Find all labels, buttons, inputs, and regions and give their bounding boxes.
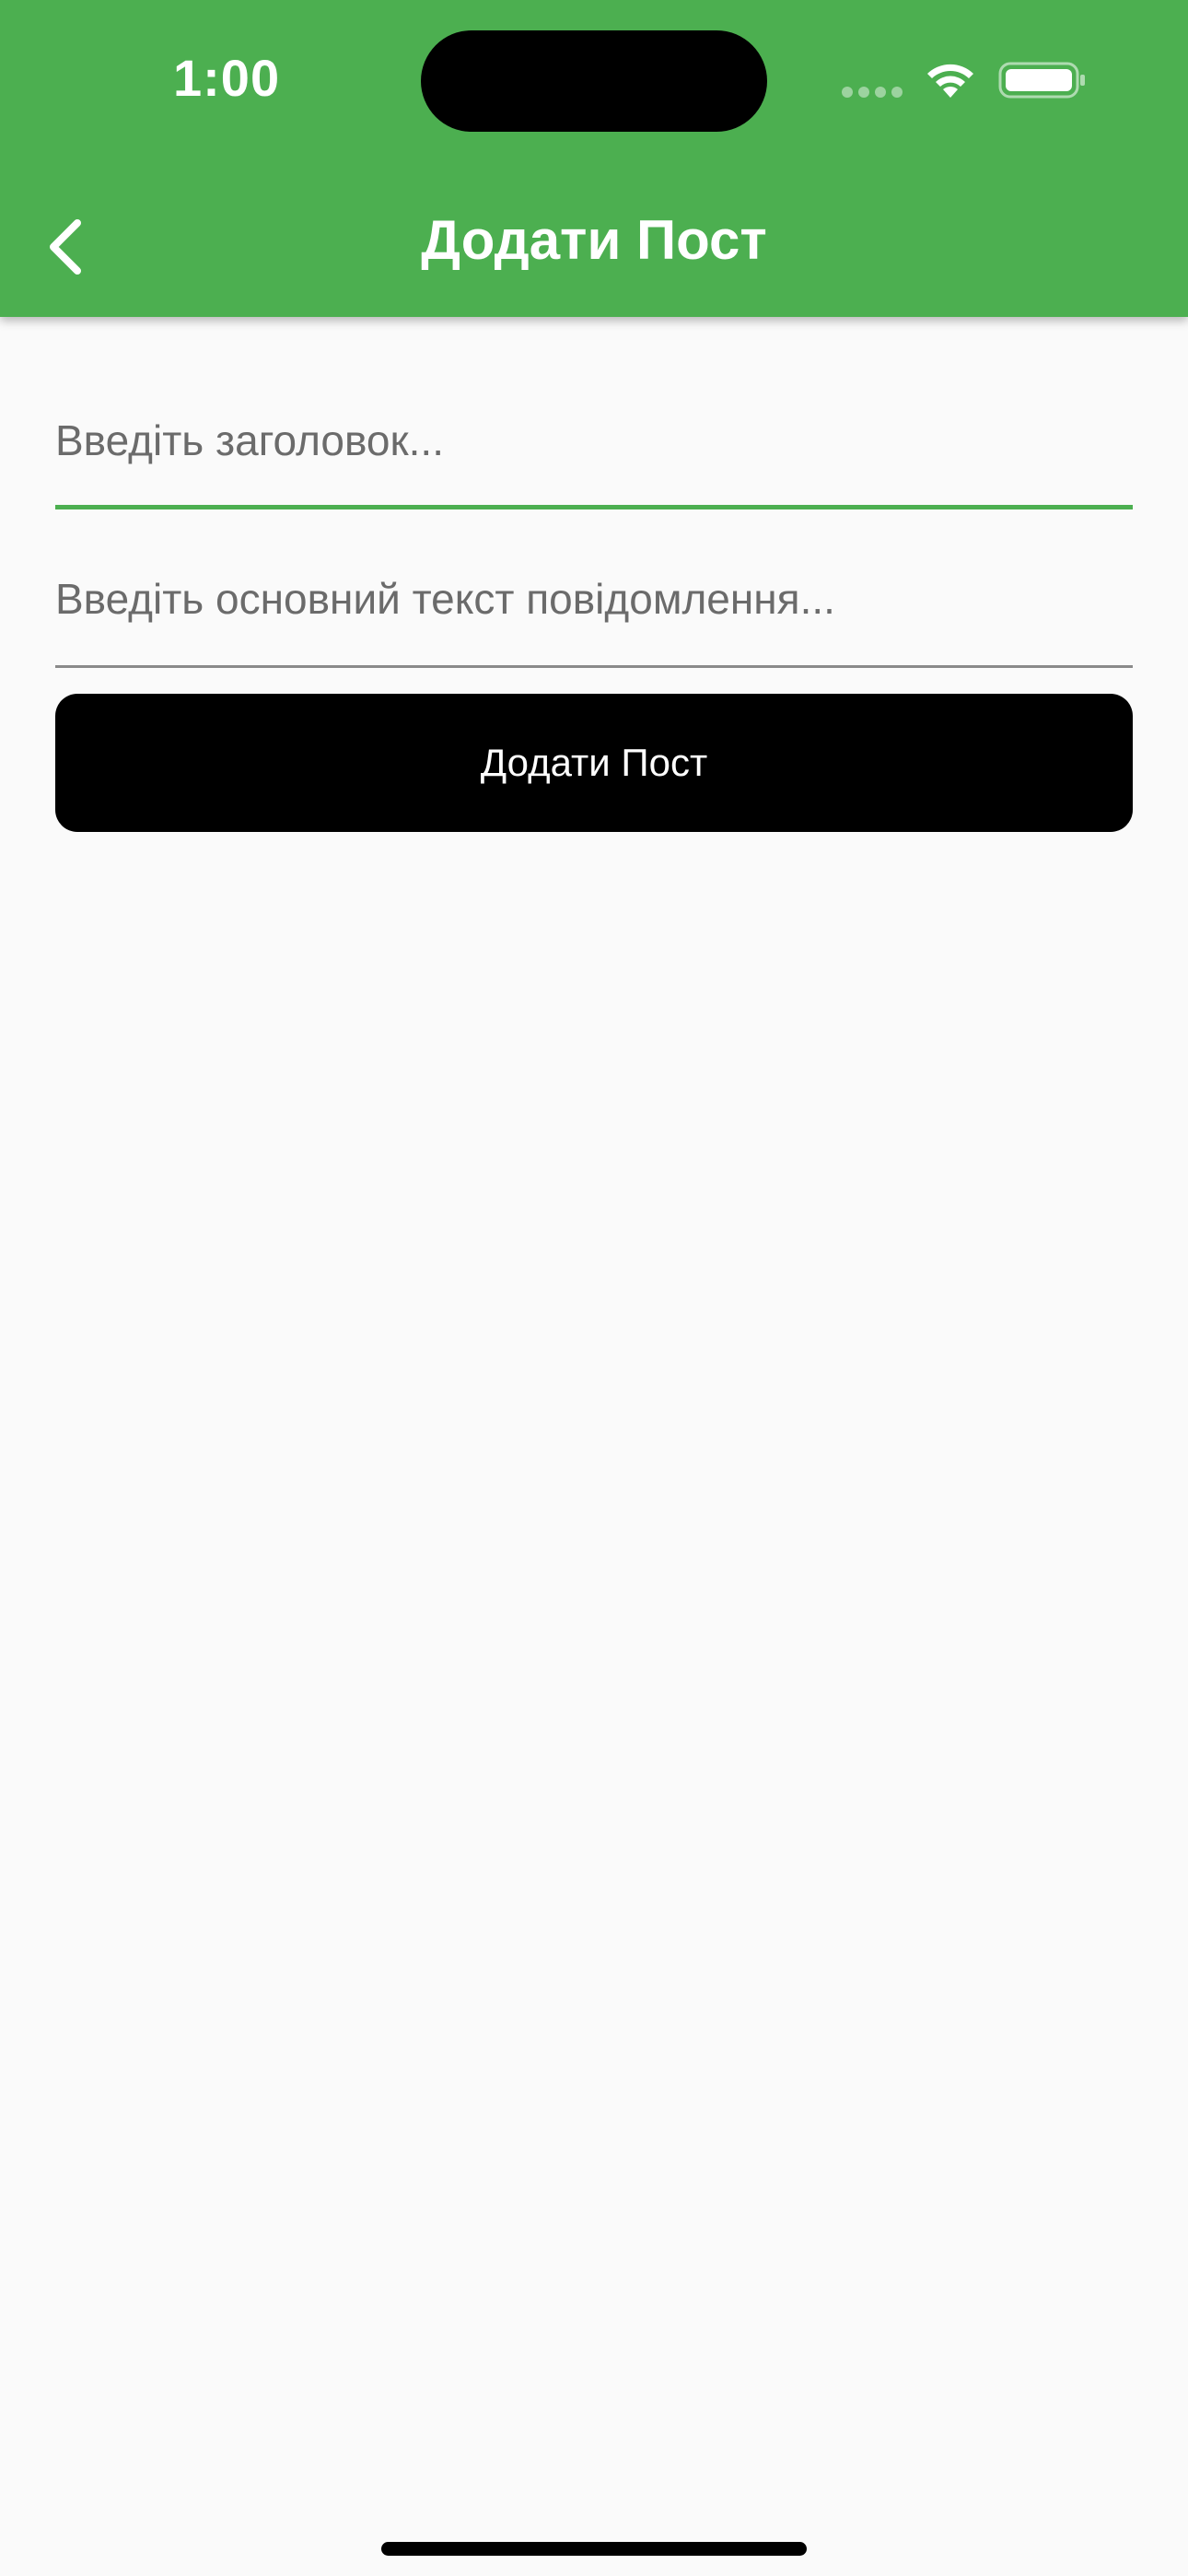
body-input-underline (55, 665, 1133, 668)
body-input[interactable] (55, 553, 1133, 645)
title-input-underline (55, 505, 1133, 509)
add-post-button[interactable]: Додати Пост (55, 694, 1133, 832)
dynamic-island (421, 30, 767, 132)
status-time: 1:00 (173, 49, 281, 107)
body-field-container (55, 553, 1133, 668)
wifi-icon (927, 64, 973, 98)
app-bar: Додати Пост (0, 184, 1188, 317)
battery-icon (998, 62, 1085, 99)
top-bar: 1:00 Додати Пост (0, 0, 1188, 317)
title-field-container (55, 394, 1133, 509)
cellular-signal-icon (842, 87, 904, 98)
add-post-screen: 1:00 Додати Пост Введіть заголовок... Вв… (0, 0, 1188, 2576)
page-title: Додати Пост (421, 209, 767, 271)
title-input[interactable] (55, 394, 1133, 486)
home-indicator[interactable] (381, 2542, 807, 2556)
